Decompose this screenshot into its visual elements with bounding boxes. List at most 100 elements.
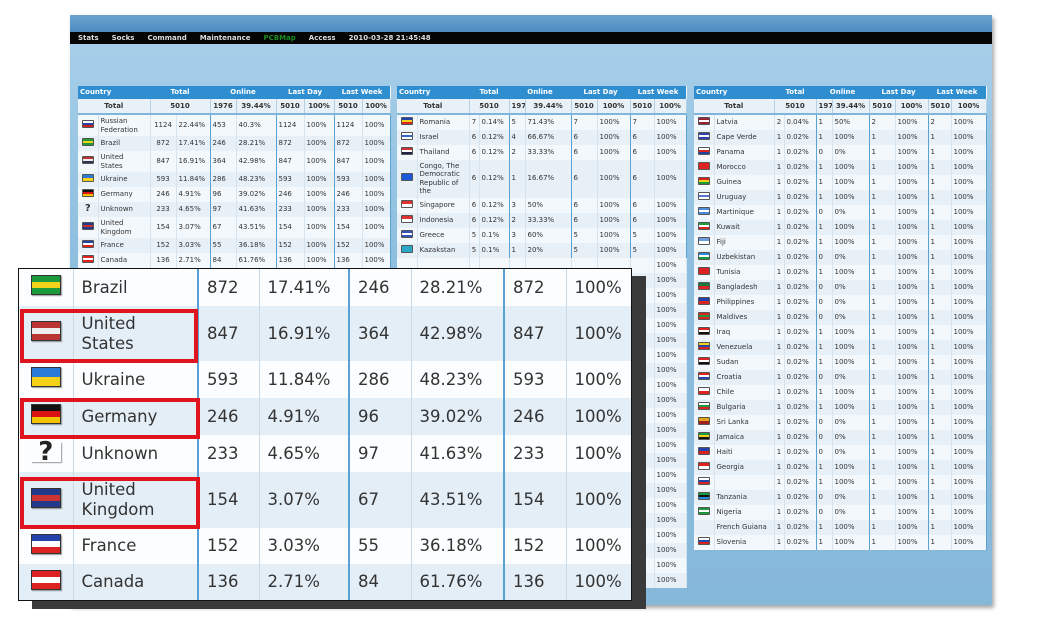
value-cell: 7 — [630, 114, 655, 130]
table-row[interactable]: Kuwait 1 0.02% 1 100% 1 100% 1 100% — [694, 219, 987, 235]
column-header-country[interactable]: Country — [694, 86, 774, 99]
table-row[interactable]: Kazakstan 5 0.1% 1 20% 5 100% 5 100% — [397, 242, 687, 258]
table-row[interactable]: Chile 1 0.02% 1 100% 1 100% 1 100% — [694, 384, 987, 400]
flag-icon — [697, 311, 710, 320]
value-cell: 60% — [525, 227, 572, 243]
value-cell: 1 — [928, 189, 952, 205]
value-cell: 100% — [654, 422, 687, 438]
value-cell: 0% — [832, 294, 870, 310]
value-cell: 100% — [362, 238, 391, 253]
nav-stats[interactable]: Stats — [78, 34, 99, 42]
table-row[interactable]: Greece 5 0.1% 3 60% 5 100% 5 100% — [397, 227, 687, 243]
table-row[interactable]: Maldives 1 0.02% 0 0% 1 100% 1 100% — [694, 309, 987, 325]
table-row[interactable]: Tanzania 1 0.02% 0 0% 1 100% 1 100% — [694, 489, 987, 505]
table-row[interactable]: Venezuela 1 0.02% 1 100% 1 100% 1 100% — [694, 339, 987, 355]
value-cell: 0% — [832, 489, 870, 505]
table-row[interactable]: Brazil 872 17.41% 246 28.21% 872 100% 872 100% — [78, 136, 391, 151]
column-header-last-week[interactable]: Last Week — [928, 86, 987, 99]
nav-pcbmap[interactable]: PCBMap — [263, 34, 295, 42]
table-row[interactable]: Romania 7 0.14% 5 71.43% 7 100% 7 100% — [397, 114, 687, 130]
flag-icon — [81, 240, 94, 249]
table-row[interactable]: Singapore 6 0.12% 3 50% 6 100% 6 100% — [397, 197, 687, 213]
column-header-total[interactable]: Total — [469, 86, 509, 99]
value-cell: 100% — [654, 144, 687, 160]
table-row[interactable]: Croatia 1 0.02% 0 0% 1 100% 1 100% — [694, 369, 987, 385]
value-cell: 847 — [504, 306, 567, 361]
table-row[interactable]: 1 0.02% 1 100% 1 100% 1 100% — [694, 474, 987, 490]
country-name: Haiti — [714, 444, 775, 460]
value-cell: 2 — [509, 144, 526, 160]
table-row[interactable]: Russian Federation 1124 22.44% 453 40.3% 1124… — [78, 114, 391, 136]
column-header-last-day[interactable]: Last Day — [869, 86, 929, 99]
flag-cell — [397, 144, 418, 160]
column-header-total[interactable]: Total — [774, 86, 816, 99]
table-row[interactable]: Latvia 2 0.04% 1 50% 2 100% 2 100% — [694, 114, 987, 130]
value-cell: 154 — [150, 217, 177, 238]
table-row[interactable]: Germany 246 4.91% 96 39.02% 246 100% 246 100% — [78, 187, 391, 202]
table-row[interactable]: Slovenia 1 0.02% 1 100% 1 100% 1 100% — [694, 534, 987, 550]
value-cell: 1 — [928, 264, 952, 280]
table-row[interactable]: Panama 1 0.02% 0 0% 1 100% 1 100% — [694, 144, 987, 160]
value-cell: 100% — [895, 414, 929, 430]
table-row[interactable]: Israel 6 0.12% 4 66.67% 6 100% 6 100% — [397, 129, 687, 145]
nav-socks[interactable]: Socks — [112, 34, 135, 42]
table-row[interactable]: Haiti 1 0.02% 0 0% 1 100% 1 100% — [694, 444, 987, 460]
value-cell: 0.02% — [784, 399, 817, 415]
table-row[interactable]: ? Unknown 233 4.65% 97 41.63% 233 100% 233 100% — [78, 202, 391, 217]
table-row[interactable]: Thailand 6 0.12% 2 33.33% 6 100% 6 100% — [397, 144, 687, 160]
table-row[interactable]: Georgia 1 0.02% 1 100% 1 100% 1 100% — [694, 459, 987, 475]
flag-icon — [697, 386, 710, 395]
table-row[interactable]: Bangladesh 1 0.02% 0 0% 1 100% 1 100% — [694, 279, 987, 295]
table-row[interactable]: Indonesia 6 0.12% 2 33.33% 6 100% 6 100% — [397, 212, 687, 228]
table-row[interactable]: Bulgaria 1 0.02% 1 100% 1 100% 1 100% — [694, 399, 987, 415]
table-row[interactable]: Uruguay 1 0.02% 1 100% 1 100% 1 100% — [694, 189, 987, 205]
table-row[interactable]: Morocco 1 0.02% 1 100% 1 100% 1 100% — [694, 159, 987, 175]
table-row[interactable]: French Guiana 1 0.02% 1 100% 1 100% 1 100% — [694, 519, 987, 535]
column-header-online[interactable]: Online — [816, 86, 869, 99]
nav-access[interactable]: Access — [309, 34, 336, 42]
flag-icon — [697, 251, 710, 260]
column-header-online[interactable]: Online — [509, 86, 571, 99]
value-cell: 100% — [654, 467, 687, 483]
value-cell: 100% — [304, 136, 335, 151]
column-header-total[interactable]: Total — [150, 86, 210, 99]
table-row[interactable]: Sudan 1 0.02% 1 100% 1 100% 1 100% — [694, 354, 987, 370]
table-row[interactable]: Tunisia 1 0.02% 1 100% 1 100% 1 100% — [694, 264, 987, 280]
column-header-online[interactable]: Online — [210, 86, 276, 99]
table-row[interactable]: Fiji 1 0.02% 1 100% 1 100% 1 100% — [694, 234, 987, 250]
value-cell: 100% — [654, 347, 687, 363]
value-cell: 154 — [334, 217, 363, 238]
column-header-country[interactable]: Country — [78, 86, 150, 99]
value-cell: 1 — [774, 279, 785, 295]
country-name: Unknown — [73, 435, 199, 472]
table-row[interactable]: Iraq 1 0.02% 1 100% 1 100% 1 100% — [694, 324, 987, 340]
column-header-last-week[interactable]: Last Week — [630, 86, 687, 99]
table-row[interactable]: Congo, The Democratic Republic of the 6 0.… — [397, 159, 687, 198]
table-row[interactable]: Nigeria 1 0.02% 0 0% 1 100% 1 100% — [694, 504, 987, 520]
table-row[interactable]: Cape Verde 1 0.02% 1 100% 1 100% 1 100% — [694, 129, 987, 145]
table-row[interactable]: Canada 136 2.71% 84 61.76% 136 100% 136 100% — [78, 253, 391, 268]
table-row[interactable]: Martinique 1 0.02% 0 0% 1 100% 1 100% — [694, 204, 987, 220]
value-cell: 1 — [774, 294, 785, 310]
column-header-last-day[interactable]: Last Day — [571, 86, 631, 99]
table-row[interactable]: Philippines 1 0.02% 0 0% 1 100% 1 100% — [694, 294, 987, 310]
nav-command[interactable]: Command — [147, 34, 186, 42]
table-row[interactable]: France 152 3.03% 55 36.18% 152 100% 152 100% — [78, 238, 391, 253]
value-cell: 1 — [816, 459, 833, 475]
table-row[interactable]: Uzbekistan 1 0.02% 0 0% 1 100% 1 100% — [694, 249, 987, 265]
flag-cell — [694, 504, 715, 520]
nav-maintenance[interactable]: Maintenance — [200, 34, 251, 42]
column-header-country[interactable]: Country — [397, 86, 469, 99]
table-row[interactable]: United States 847 16.91% 364 42.98% 847 100% 84… — [78, 151, 391, 172]
value-cell: 6 — [469, 159, 480, 198]
table-row[interactable]: Sri Lanka 1 0.02% 0 0% 1 100% 1 100% — [694, 414, 987, 430]
country-name: Israel — [417, 129, 470, 145]
table-row[interactable]: Ukraine 593 11.84% 286 48.23% 593 100% 593 100% — [78, 172, 391, 187]
table-row[interactable]: Guinea 1 0.02% 1 100% 1 100% 1 100% — [694, 174, 987, 190]
table-row[interactable]: United Kingdom 154 3.07% 67 43.51% 154 100% 154… — [78, 217, 391, 238]
obscured-cell — [630, 392, 655, 408]
column-header-last-week[interactable]: Last Week — [334, 86, 391, 99]
table-row[interactable]: Jamaica 1 0.02% 0 0% 1 100% 1 100% — [694, 429, 987, 445]
value-cell: 28.21% — [236, 136, 277, 151]
column-header-last-day[interactable]: Last Day — [276, 86, 335, 99]
